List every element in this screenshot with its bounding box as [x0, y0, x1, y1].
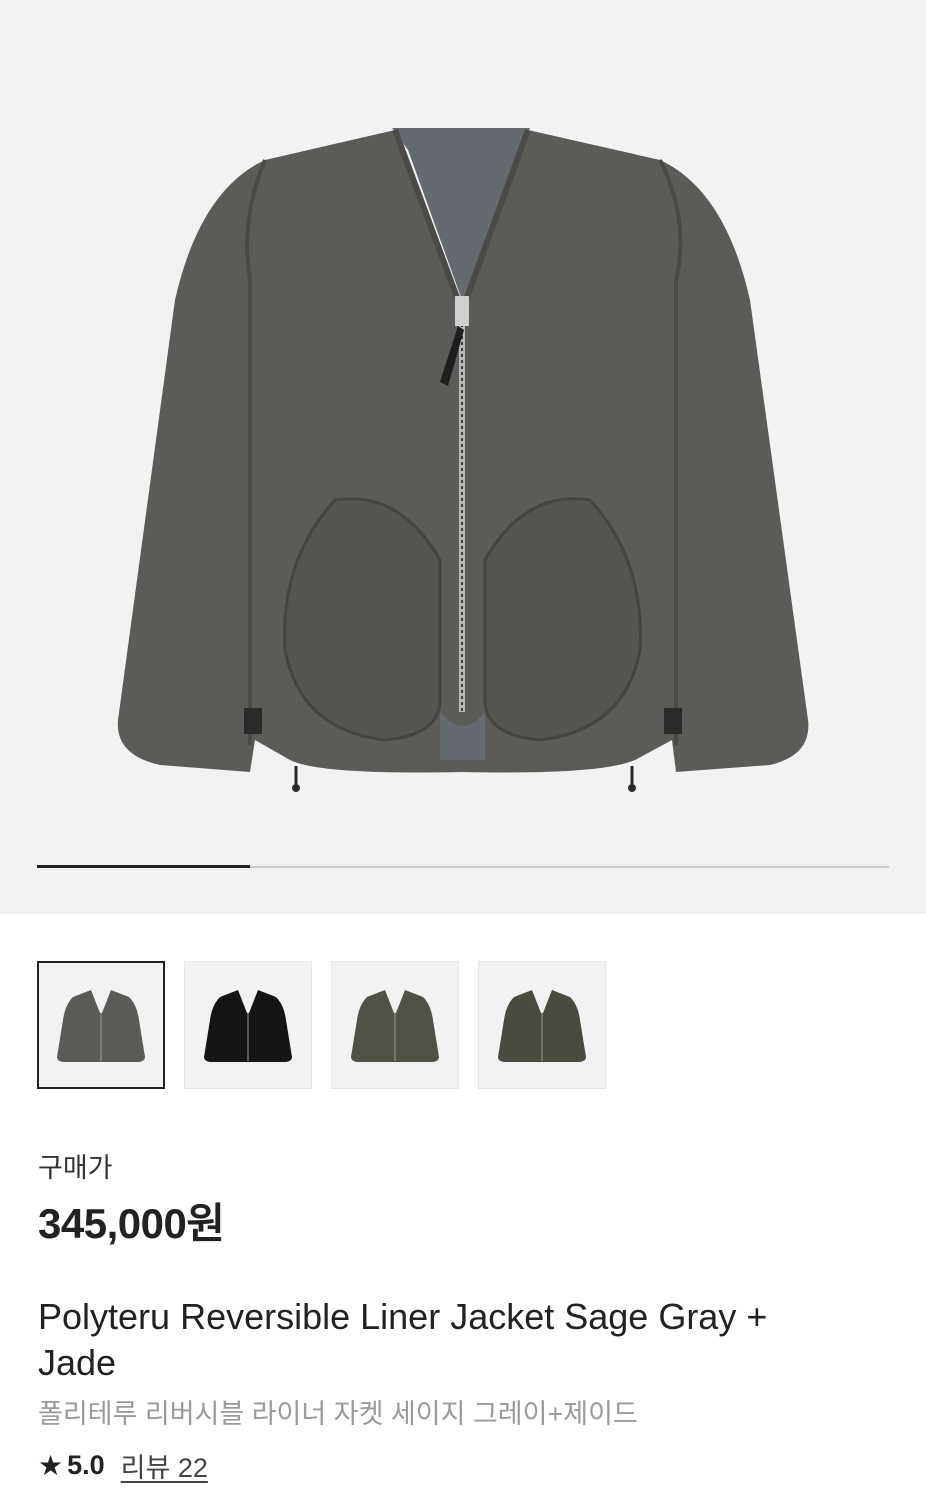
color-thumbnail[interactable] — [331, 961, 459, 1089]
product-name-en: Polyteru Reversible Liner Jacket Sage Gr… — [38, 1296, 768, 1383]
rating-summary: ★ 5.0 리뷰 22 — [38, 1446, 208, 1485]
color-thumbnail[interactable] — [478, 961, 606, 1089]
color-thumbnail-list — [37, 961, 606, 1089]
thumbnail-jacket-image — [57, 990, 145, 1062]
thumbnail-jacket-image — [351, 990, 439, 1062]
thumbnail-jacket-image — [498, 990, 586, 1062]
price-label: 구매가 — [38, 1153, 113, 1183]
thumbnail-jacket-image — [204, 990, 292, 1062]
reviews-link[interactable]: 리뷰 22 — [121, 1446, 208, 1485]
gallery-progress-bar — [37, 865, 889, 868]
color-thumbnail[interactable] — [37, 961, 165, 1089]
color-thumbnail[interactable] — [184, 961, 312, 1089]
star-icon: ★ — [38, 1450, 64, 1481]
product-main-image — [117, 128, 809, 792]
rating-score: 5.0 — [67, 1450, 105, 1480]
product-image-carousel[interactable] — [0, 0, 926, 914]
gallery-progress-indicator — [37, 865, 250, 868]
product-price: 345,000원 — [38, 1200, 225, 1247]
product-name-ko: 폴리테루 리버시블 라이너 자켓 세이지 그레이+제이드 — [38, 1399, 638, 1429]
